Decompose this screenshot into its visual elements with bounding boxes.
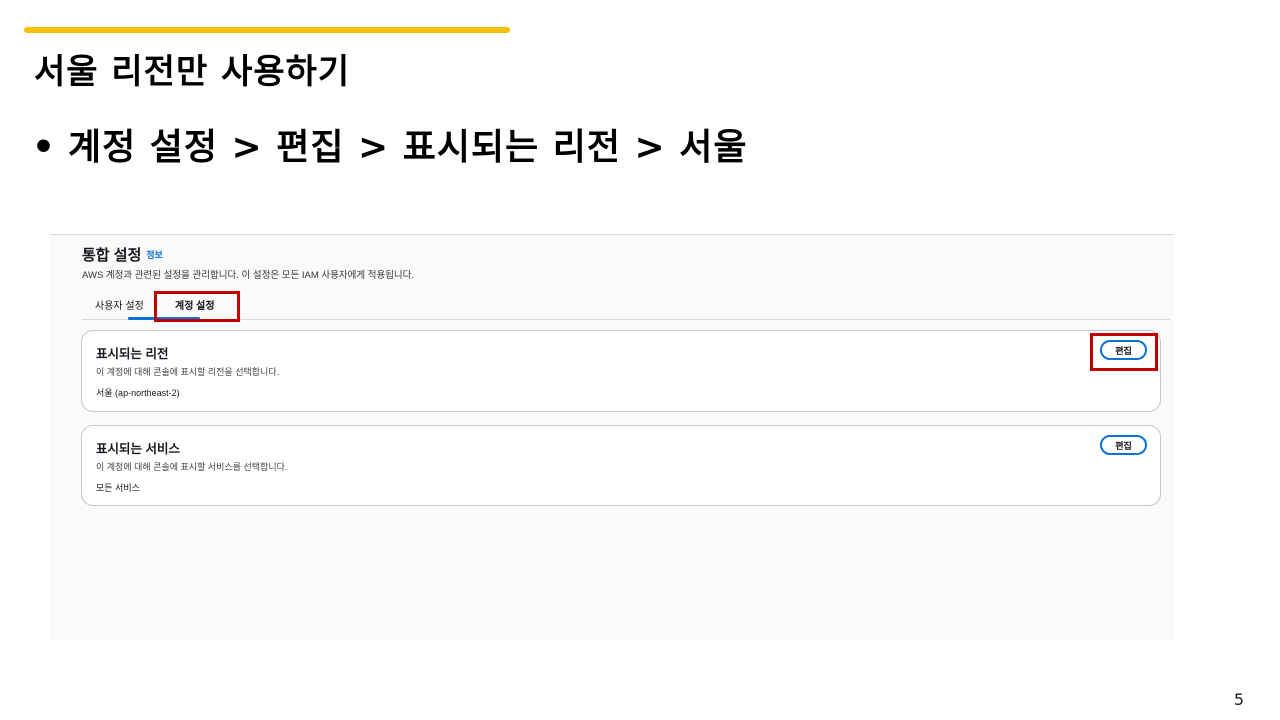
- active-tab-indicator: [128, 317, 200, 320]
- card-description: 이 계정에 대해 콘솔에 표시할 리전을 선택합니다.: [96, 367, 280, 377]
- bullet-instruction: • 계정 설정 > 편집 > 표시되는 리전 > 서울: [32, 118, 747, 170]
- visible-services-card: 표시되는 서비스 이 계정에 대해 콘솔에 표시할 서비스를 선택합니다. 모든…: [81, 425, 1161, 506]
- bullet-text: 계정 설정 > 편집 > 표시되는 리전 > 서울: [68, 127, 748, 168]
- tab-account-settings[interactable]: 계정 설정: [175, 297, 215, 319]
- bullet-icon: •: [32, 127, 57, 168]
- card-value: 서울 (ap-northeast-2): [96, 388, 180, 398]
- console-screenshot: 통합 설정 정보 AWS 계정과 관련된 설정을 관리합니다. 이 설정은 모든 …: [50, 234, 1174, 640]
- card-value: 모든 서비스: [96, 483, 140, 493]
- tab-user-settings[interactable]: 사용자 설정: [95, 297, 144, 319]
- card-title: 표시되는 서비스: [96, 442, 180, 456]
- panel-title-text: 통합 설정: [82, 247, 142, 264]
- card-title: 표시되는 리전: [96, 347, 169, 361]
- panel-description: AWS 계정과 관련된 설정을 관리합니다. 이 설정은 모든 IAM 사용자에…: [82, 270, 415, 281]
- settings-tabs: 사용자 설정 계정 설정: [82, 293, 1170, 320]
- page-number: 5: [1233, 690, 1244, 709]
- unified-settings-title: 통합 설정 정보: [82, 244, 163, 265]
- edit-services-button[interactable]: 편집: [1100, 435, 1147, 455]
- slide: 서울 리전만 사용하기 • 계정 설정 > 편집 > 표시되는 리전 > 서울 통…: [0, 0, 1280, 720]
- info-link[interactable]: 정보: [146, 250, 163, 260]
- slide-title: 서울 리전만 사용하기: [34, 52, 351, 92]
- card-description: 이 계정에 대해 콘솔에 표시할 서비스를 선택합니다.: [96, 462, 288, 472]
- edit-regions-button[interactable]: 편집: [1100, 340, 1147, 360]
- accent-bar: [24, 27, 510, 33]
- visible-regions-card: 표시되는 리전 이 계정에 대해 콘솔에 표시할 리전을 선택합니다. 서울 (…: [81, 330, 1161, 412]
